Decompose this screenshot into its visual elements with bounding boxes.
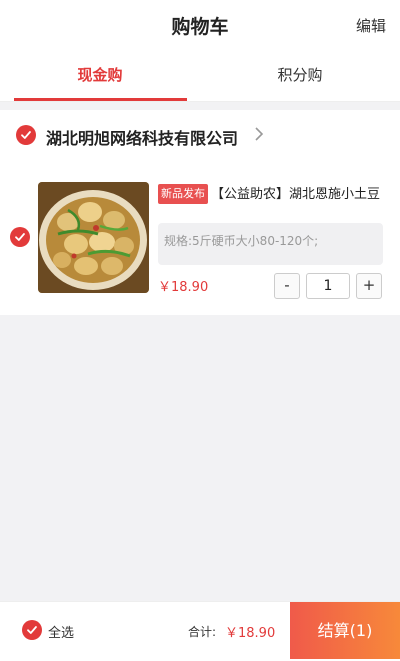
tab-bar: 现金购 积分购 <box>0 50 400 102</box>
shop-header[interactable]: 湖北明旭网络科技有限公司 <box>0 110 400 160</box>
app-header: 购物车 编辑 <box>0 0 400 50</box>
check-circle-icon[interactable] <box>22 620 42 640</box>
checkout-bar: 全选 合计: ￥18.90 结算(1) <box>0 601 400 661</box>
product-title-text: 【公益助农】湖北恩施小土豆 <box>211 187 381 202</box>
active-tab-indicator <box>14 98 187 101</box>
check-circle-icon[interactable] <box>16 125 36 145</box>
quantity-input[interactable]: 1 <box>306 273 350 299</box>
decrease-quantity-button[interactable]: - <box>274 273 300 299</box>
check-circle-icon[interactable] <box>10 227 30 247</box>
shop-name: 湖北明旭网络科技有限公司 <box>46 129 239 148</box>
product-price: ￥18.90 <box>158 280 209 295</box>
product-image[interactable] <box>38 182 149 293</box>
chevron-right-icon[interactable] <box>254 126 264 146</box>
total-amount: ￥18.90 <box>225 626 276 641</box>
tab-points[interactable]: 积分购 <box>200 50 400 102</box>
tab-cash[interactable]: 现金购 <box>0 50 200 102</box>
total-label: 合计: <box>188 625 217 639</box>
new-product-badge: 新品发布 <box>158 184 208 204</box>
select-all-label[interactable]: 全选 <box>48 622 74 641</box>
product-title[interactable]: 新品发布 【公益助农】湖北恩施小土豆 <box>158 184 380 204</box>
checkout-button[interactable]: 结算(1) <box>290 602 400 659</box>
increase-quantity-button[interactable]: + <box>356 273 382 299</box>
product-spec[interactable]: 规格:5斤硬币大小80-120个; <box>158 223 383 265</box>
edit-button[interactable]: 编辑 <box>356 15 386 36</box>
shop-card: 湖北明旭网络科技有限公司 新品发布 【公益助农】湖北恩施小土豆 规格:5斤硬币大… <box>0 110 400 315</box>
page-title: 购物车 <box>171 16 229 38</box>
